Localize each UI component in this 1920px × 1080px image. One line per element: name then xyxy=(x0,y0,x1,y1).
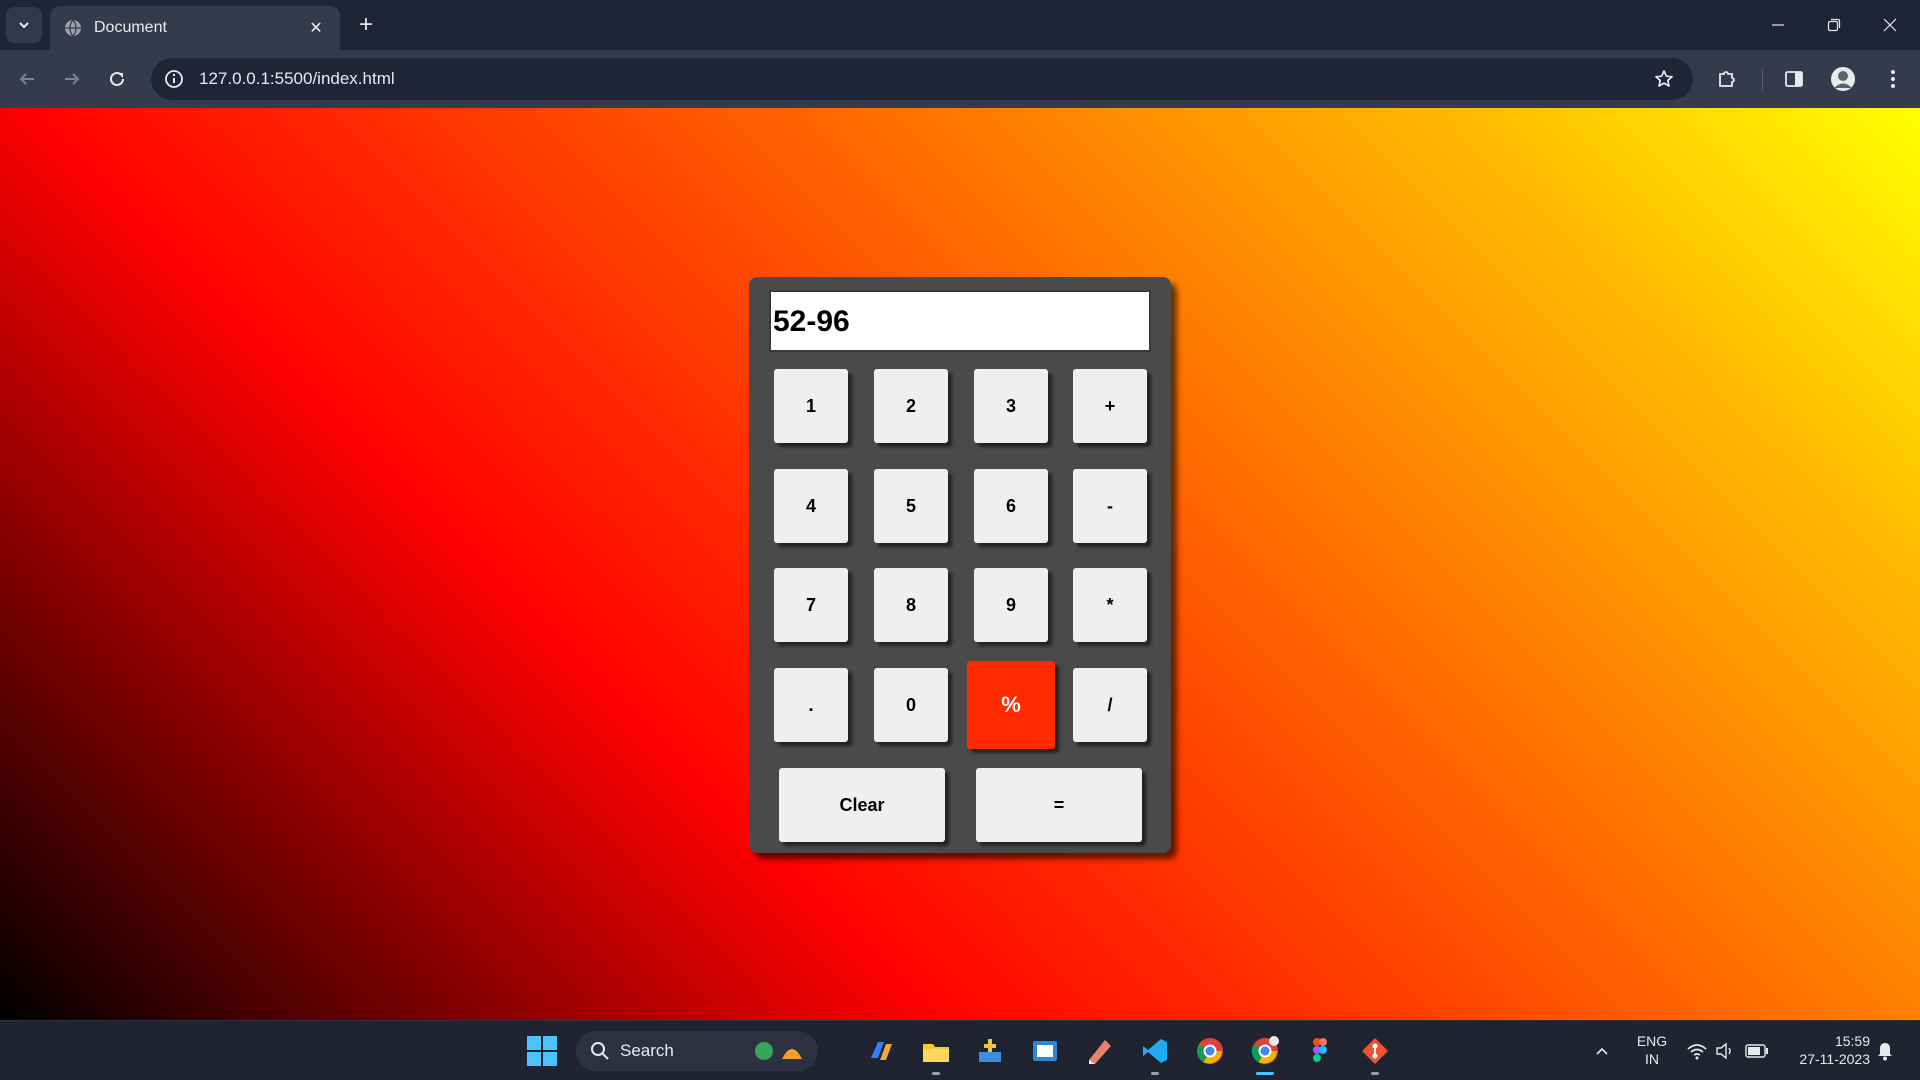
key-2[interactable]: 2 xyxy=(874,369,948,443)
clock[interactable]: 15:59 27-11-2023 xyxy=(1780,1032,1870,1068)
calculator-display[interactable]: 52-96 xyxy=(769,290,1151,352)
windows-start-icon[interactable] xyxy=(526,1035,558,1067)
minimize-icon xyxy=(1772,24,1784,26)
key-7[interactable]: 7 xyxy=(774,568,848,642)
restore-icon xyxy=(1827,18,1841,32)
equals-button[interactable]: = xyxy=(976,768,1142,842)
key-percent[interactable]: % xyxy=(967,661,1055,749)
side-panel-button[interactable] xyxy=(1777,62,1811,96)
notification-button[interactable] xyxy=(1868,1034,1902,1068)
restore-button[interactable] xyxy=(1806,0,1862,50)
reload-icon xyxy=(110,71,124,86)
search-icon xyxy=(591,1042,609,1060)
tab-strip: Document ✕ + xyxy=(0,0,1920,50)
key-0[interactable]: 0 xyxy=(874,668,948,742)
key-plus[interactable]: + xyxy=(1073,369,1147,443)
running-indicator xyxy=(1151,1072,1159,1075)
key-1[interactable]: 1 xyxy=(774,369,848,443)
lang-line1: ENG xyxy=(1636,1033,1668,1049)
toolbar-divider xyxy=(1762,69,1763,91)
git-icon[interactable] xyxy=(1358,1034,1392,1068)
copilot-icon[interactable] xyxy=(864,1034,898,1068)
globe-icon xyxy=(65,19,81,37)
key-9[interactable]: 9 xyxy=(974,568,1048,642)
figma-icon[interactable] xyxy=(1303,1034,1337,1068)
side-panel-icon xyxy=(1785,71,1803,87)
page-background: 52-96 1 2 3 + 4 5 6 - 7 8 9 * . 0 % / Cl… xyxy=(0,108,1920,1020)
key-multiply[interactable]: * xyxy=(1073,568,1147,642)
reload-button[interactable] xyxy=(100,62,134,96)
lang-line2: IN xyxy=(1645,1051,1659,1067)
search-label: Search xyxy=(620,1041,674,1060)
vscode-icon[interactable] xyxy=(1138,1034,1172,1068)
tray-overflow-button[interactable] xyxy=(1585,1034,1619,1068)
time-text: 15:59 xyxy=(1834,1033,1870,1049)
minimize-button[interactable] xyxy=(1750,0,1806,50)
avatar xyxy=(1831,67,1855,91)
close-icon xyxy=(1883,18,1897,32)
tab-title: Document xyxy=(94,19,167,36)
arrow-left-icon xyxy=(19,73,34,85)
tab-search-button[interactable] xyxy=(6,7,42,43)
search-highlight-icon xyxy=(755,1042,802,1060)
calculator: 52-96 1 2 3 + 4 5 6 - 7 8 9 * . 0 % / Cl… xyxy=(749,277,1171,853)
chrome-active-icon[interactable] xyxy=(1248,1034,1282,1068)
new-tab-button[interactable]: + xyxy=(352,11,380,39)
language-indicator[interactable]: ENG IN xyxy=(1632,1032,1672,1068)
chrome-icon[interactable] xyxy=(1193,1034,1227,1068)
url-text[interactable]: 127.0.0.1:5500/index.html xyxy=(199,69,395,89)
arrow-right-icon xyxy=(65,73,80,85)
key-minus[interactable]: - xyxy=(1073,469,1147,543)
bell-icon xyxy=(1878,1043,1892,1061)
battery-icon[interactable] xyxy=(1740,1034,1774,1068)
taskbar: Search ENG IN 15:59 27-11-2023 xyxy=(0,1020,1920,1080)
browser-tab[interactable]: Document ✕ xyxy=(50,6,340,50)
close-window-button[interactable] xyxy=(1862,0,1918,50)
key-6[interactable]: 6 xyxy=(974,469,1048,543)
tab-close-icon[interactable]: ✕ xyxy=(306,18,326,38)
active-indicator xyxy=(1256,1072,1274,1075)
browser-toolbar: 127.0.0.1:5500/index.html xyxy=(0,50,1920,108)
puzzle-icon xyxy=(1719,71,1735,87)
date-text: 27-11-2023 xyxy=(1799,1051,1870,1067)
key-8[interactable]: 8 xyxy=(874,568,948,642)
key-decimal[interactable]: . xyxy=(774,668,848,742)
key-4[interactable]: 4 xyxy=(774,469,848,543)
key-5[interactable]: 5 xyxy=(874,469,948,543)
bookmark-button[interactable] xyxy=(1647,62,1681,96)
app-icon[interactable] xyxy=(973,1034,1007,1068)
taskbar-search[interactable]: Search xyxy=(576,1031,818,1071)
key-divide[interactable]: / xyxy=(1073,668,1147,742)
profile-button[interactable] xyxy=(1826,62,1860,96)
forward-button[interactable] xyxy=(55,62,89,96)
kebab-menu-icon xyxy=(1891,70,1895,88)
clear-button[interactable]: Clear xyxy=(779,768,945,842)
file-explorer-icon[interactable] xyxy=(919,1034,953,1068)
key-3[interactable]: 3 xyxy=(974,369,1048,443)
back-button[interactable] xyxy=(10,62,44,96)
chevron-down-icon xyxy=(19,22,29,29)
info-icon[interactable] xyxy=(163,68,185,90)
menu-button[interactable] xyxy=(1876,62,1910,96)
star-icon xyxy=(1655,70,1673,87)
paint-icon[interactable] xyxy=(1083,1034,1117,1068)
address-bar[interactable]: 127.0.0.1:5500/index.html xyxy=(151,58,1693,100)
running-indicator xyxy=(932,1072,940,1075)
store-icon[interactable] xyxy=(1028,1034,1062,1068)
running-indicator xyxy=(1371,1072,1379,1075)
extensions-button[interactable] xyxy=(1710,62,1744,96)
chevron-up-icon xyxy=(1596,1047,1608,1055)
volume-icon[interactable] xyxy=(1708,1034,1742,1068)
